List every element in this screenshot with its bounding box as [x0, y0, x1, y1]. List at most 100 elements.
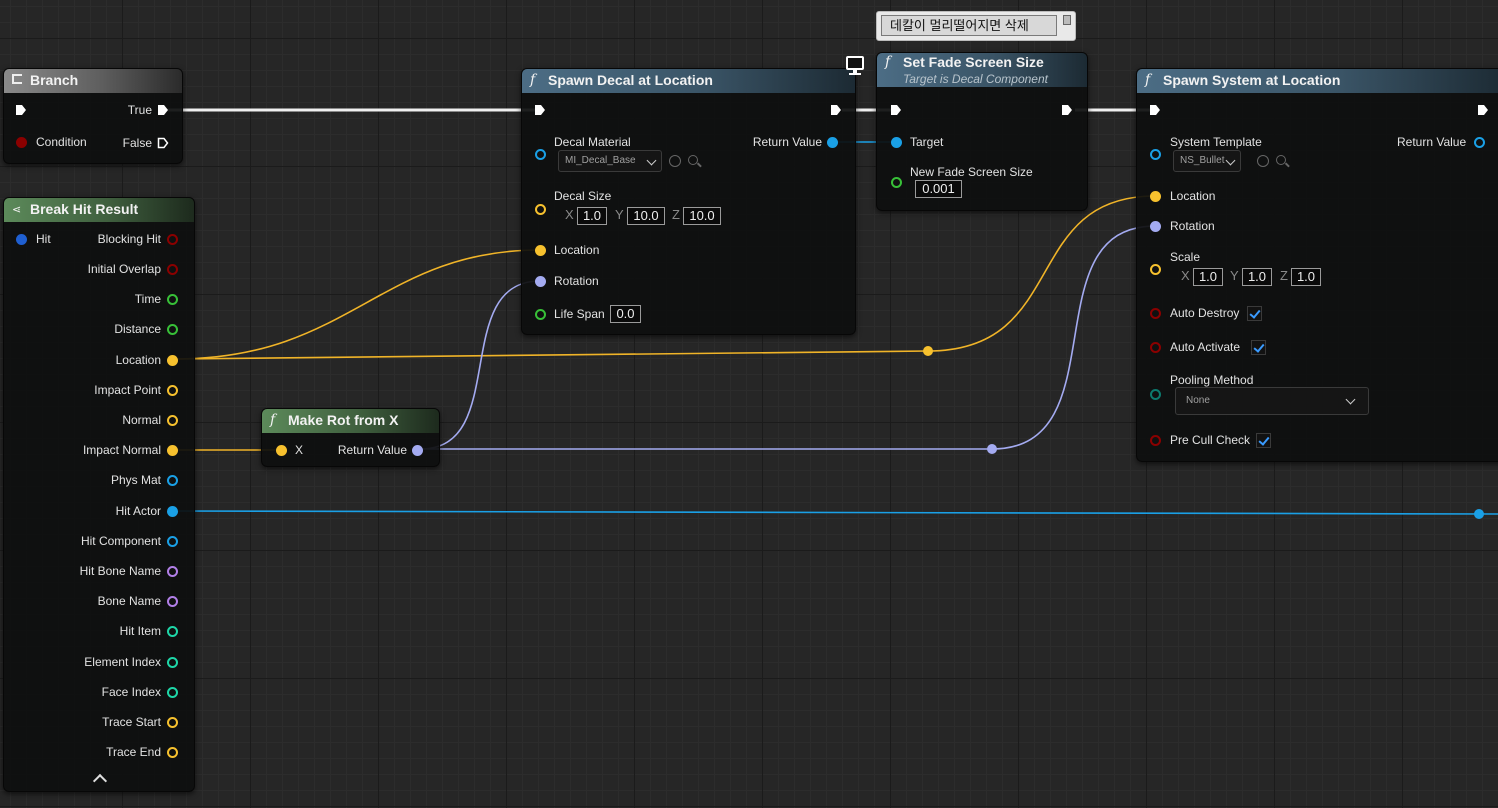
comment-bubble[interactable]: 데칼이 멀리떨어지면 삭제 — [876, 11, 1076, 41]
output-label-element-index: Element Index — [84, 655, 161, 669]
fade-size-input[interactable]: 0.001 — [915, 180, 962, 198]
output-pin-distance[interactable] — [167, 324, 178, 335]
decal-size-pin[interactable] — [535, 204, 546, 215]
decal-material-label: Decal Material — [554, 135, 631, 149]
output-pin-hit-component[interactable] — [167, 536, 178, 547]
spawn-decal-header[interactable]: f Spawn Decal at Location — [522, 69, 855, 93]
output-label-impact-point: Impact Point — [94, 383, 161, 397]
scale-z-axis-label: Z — [1280, 268, 1288, 283]
pre-cull-check-pin[interactable] — [1150, 435, 1161, 446]
system-return-pin[interactable] — [1474, 137, 1485, 148]
decal-location-pin[interactable] — [535, 245, 546, 256]
decal-rotation-pin[interactable] — [535, 276, 546, 287]
system-template-value: NS_Bullet — [1180, 155, 1225, 166]
output-pin-trace-end[interactable] — [167, 747, 178, 758]
break-hit-header[interactable]: ⋖ Break Hit Result — [4, 198, 194, 222]
output-pin-impact-normal[interactable] — [167, 445, 178, 456]
pin-icon[interactable] — [1063, 15, 1071, 25]
auto-destroy-checkbox[interactable] — [1247, 306, 1262, 321]
make-rot-title: Make Rot from X — [288, 412, 399, 428]
decal-rotation-label: Rotation — [554, 274, 599, 288]
scale-y-input[interactable]: 1.0 — [1242, 268, 1272, 286]
spawn-system-node[interactable]: f Spawn System at Location System Templa… — [1136, 68, 1498, 462]
make-rot-header[interactable]: f Make Rot from X — [262, 409, 439, 433]
condition-pin[interactable] — [16, 137, 27, 148]
output-pin-location[interactable] — [167, 355, 178, 366]
decal-material-pin[interactable] — [535, 149, 546, 160]
pooling-method-label: Pooling Method — [1170, 373, 1254, 387]
output-label-time: Time — [134, 292, 161, 306]
exec-in-pin[interactable] — [890, 104, 902, 116]
lifespan-input[interactable]: 0.0 — [610, 305, 641, 323]
output-pin-hit-item[interactable] — [167, 626, 178, 637]
comment-text[interactable]: 데칼이 멀리떨어지면 삭제 — [881, 15, 1057, 36]
make-rot-return-pin[interactable] — [412, 445, 423, 456]
output-pin-hit-actor[interactable] — [167, 506, 178, 517]
target-pin[interactable] — [891, 137, 902, 148]
pooling-method-dropdown[interactable]: None — [1175, 387, 1369, 415]
size-z-input[interactable]: 10.0 — [683, 207, 721, 225]
output-pin-normal[interactable] — [167, 415, 178, 426]
output-pin-bone-name[interactable] — [167, 596, 178, 607]
auto-activate-pin[interactable] — [1150, 342, 1161, 353]
browse-search-icon[interactable] — [688, 155, 698, 165]
decal-material-dropdown[interactable]: MI_Decal_Base — [558, 150, 662, 172]
exec-in-pin[interactable] — [15, 104, 27, 116]
exec-out-pin[interactable] — [1477, 104, 1489, 116]
set-fade-screen-size-node[interactable]: f Set Fade Screen Size Target is Decal C… — [876, 52, 1088, 211]
system-template-pin[interactable] — [1150, 149, 1161, 160]
exec-in-pin[interactable] — [534, 104, 546, 116]
collapse-chevron-icon[interactable] — [92, 773, 108, 789]
reroute-hit-actor[interactable] — [1474, 509, 1484, 519]
auto-activate-checkbox[interactable] — [1251, 340, 1266, 355]
false-label: False — [122, 136, 152, 150]
auto-destroy-pin[interactable] — [1150, 308, 1161, 319]
browse-search-icon[interactable] — [1276, 155, 1286, 165]
branch-header[interactable]: Branch — [4, 69, 182, 93]
branch-node[interactable]: Branch True Condition False — [3, 68, 183, 164]
reroute-rotation[interactable] — [987, 444, 997, 454]
output-pin-phys-mat[interactable] — [167, 475, 178, 486]
hit-input-pin[interactable] — [16, 234, 27, 245]
use-selected-icon[interactable] — [669, 155, 681, 167]
spawn-system-header[interactable]: f Spawn System at Location — [1137, 69, 1498, 93]
output-pin-initial-overlap[interactable] — [167, 264, 178, 275]
exec-out-pin[interactable] — [1061, 104, 1073, 116]
function-icon: f — [1145, 72, 1151, 88]
wire-location-decal — [175, 249, 541, 360]
make-rot-from-x-node[interactable]: f Make Rot from X X Return Value — [261, 408, 440, 467]
spawn-decal-node[interactable]: f Spawn Decal at Location Decal Material… — [521, 68, 856, 335]
system-rotation-pin[interactable] — [1150, 221, 1161, 232]
decal-return-pin[interactable] — [827, 137, 838, 148]
lifespan-pin[interactable] — [535, 309, 546, 320]
output-pin-impact-point[interactable] — [167, 385, 178, 396]
output-pin-time[interactable] — [167, 294, 178, 305]
output-pin-face-index[interactable] — [167, 687, 178, 698]
break-hit-result-node[interactable]: ⋖ Break Hit Result Hit Blocking Hit Init… — [3, 197, 195, 792]
monitor-icon[interactable] — [844, 56, 866, 76]
system-location-pin[interactable] — [1150, 191, 1161, 202]
output-label-phys-mat: Phys Mat — [110, 473, 161, 487]
output-pin-hit-bone-name[interactable] — [167, 566, 178, 577]
system-template-dropdown[interactable]: NS_Bullet — [1173, 150, 1241, 172]
function-icon: f — [885, 54, 891, 70]
reroute-location[interactable] — [923, 346, 933, 356]
pre-cull-check-checkbox[interactable] — [1256, 433, 1271, 448]
exec-out-pin[interactable] — [830, 104, 842, 116]
use-selected-icon[interactable] — [1257, 155, 1269, 167]
scale-pin[interactable] — [1150, 264, 1161, 275]
x-input-pin[interactable] — [276, 445, 287, 456]
fade-size-pin[interactable] — [891, 177, 902, 188]
exec-false-pin[interactable] — [157, 137, 169, 149]
exec-true-pin[interactable] — [157, 104, 169, 116]
scale-x-input[interactable]: 1.0 — [1193, 268, 1223, 286]
size-y-input[interactable]: 10.0 — [627, 207, 665, 225]
size-x-input[interactable]: 1.0 — [577, 207, 607, 225]
output-pin-element-index[interactable] — [167, 657, 178, 668]
exec-in-pin[interactable] — [1149, 104, 1161, 116]
output-pin-trace-start[interactable] — [167, 717, 178, 728]
pooling-method-pin[interactable] — [1150, 389, 1161, 400]
scale-z-input[interactable]: 1.0 — [1291, 268, 1321, 286]
output-pin-blocking-hit[interactable] — [167, 234, 178, 245]
set-fade-header[interactable]: f Set Fade Screen Size Target is Decal C… — [877, 53, 1087, 87]
